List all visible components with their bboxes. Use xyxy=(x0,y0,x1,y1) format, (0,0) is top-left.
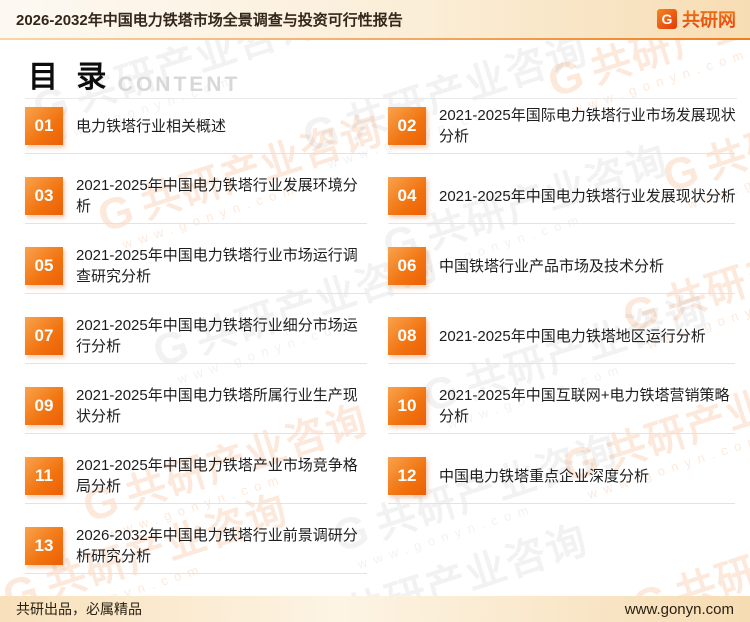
chapter-number-badge: 05 xyxy=(25,247,63,285)
report-title: 2026-2032年中国电力铁塔市场全景调查与投资可行性报告 xyxy=(16,9,403,30)
chapter-title: 电力铁塔行业相关概述 xyxy=(76,116,226,137)
logo-text: 共研网 xyxy=(682,6,736,32)
chapter-number-badge: 03 xyxy=(25,177,63,215)
toc-page: 目 录 CONTENT 01 电力铁塔行业相关概述 03 2021-2025年中… xyxy=(0,40,750,591)
chapter-number-badge: 11 xyxy=(25,457,63,495)
toc-item-05: 05 2021-2025年中国电力铁塔行业市场运行调查研究分析 xyxy=(25,241,369,311)
chapter-number-badge: 02 xyxy=(388,107,426,145)
heading-divider xyxy=(25,98,737,99)
brand-logo: G 共研网 xyxy=(657,6,736,32)
toc-item-04: 04 2021-2025年中国电力铁塔行业发展现状分析 xyxy=(388,171,737,241)
chapter-title: 中国铁塔行业产品市场及技术分析 xyxy=(439,256,664,277)
chapter-title: 2021-2025年中国电力铁塔行业发展环境分析 xyxy=(76,175,369,217)
chapter-title: 2021-2025年中国电力铁塔所属行业生产现状分析 xyxy=(76,385,369,427)
chapter-title: 2021-2025年中国电力铁塔行业细分市场运行分析 xyxy=(76,315,369,357)
chapter-number-badge: 04 xyxy=(388,177,426,215)
toc-item-01: 01 电力铁塔行业相关概述 xyxy=(25,101,369,171)
toc-title: 目 录 xyxy=(28,61,111,94)
toc-item-12: 12 中国电力铁塔重点企业深度分析 xyxy=(388,451,737,521)
toc-item-07: 07 2021-2025年中国电力铁塔行业细分市场运行分析 xyxy=(25,311,369,381)
chapter-number-badge: 09 xyxy=(25,387,63,425)
toc-item-09: 09 2021-2025年中国电力铁塔所属行业生产现状分析 xyxy=(25,381,369,451)
chapter-number-badge: 06 xyxy=(388,247,426,285)
toc-item-10: 10 2021-2025年中国互联网+电力铁塔营销策略分析 xyxy=(388,381,737,451)
footer-slogan: 共研出品，必属精品 xyxy=(16,599,142,619)
toc-heading: 目 录 CONTENT xyxy=(0,40,750,90)
chapter-title: 2021-2025年中国电力铁塔行业市场运行调查研究分析 xyxy=(76,245,369,287)
chapter-title: 2021-2025年中国电力铁塔地区运行分析 xyxy=(439,326,706,347)
toc-item-06: 06 中国铁塔行业产品市场及技术分析 xyxy=(388,241,737,311)
chapter-title: 中国电力铁塔重点企业深度分析 xyxy=(439,466,649,487)
header-accent-line xyxy=(0,38,750,40)
toc-subtitle: CONTENT xyxy=(118,73,241,96)
toc-item-08: 08 2021-2025年中国电力铁塔地区运行分析 xyxy=(388,311,737,381)
chapter-title: 2021-2025年中国互联网+电力铁塔营销策略分析 xyxy=(439,385,737,427)
toc-columns: 01 电力铁塔行业相关概述 03 2021-2025年中国电力铁塔行业发展环境分… xyxy=(0,101,750,591)
chapter-title: 2021-2025年中国电力铁塔产业市场竞争格局分析 xyxy=(76,455,369,497)
toc-column-right: 02 2021-2025年国际电力铁塔行业市场发展现状分析 04 2021-20… xyxy=(388,101,737,591)
footer-site-url: www.gonyn.com xyxy=(625,601,734,618)
chapter-number-badge: 12 xyxy=(388,457,426,495)
chapter-title: 2021-2025年中国电力铁塔行业发展现状分析 xyxy=(439,186,736,207)
chapter-number-badge: 01 xyxy=(25,107,63,145)
chapter-number-badge: 08 xyxy=(388,317,426,355)
chapter-number-badge: 07 xyxy=(25,317,63,355)
toc-column-left: 01 电力铁塔行业相关概述 03 2021-2025年中国电力铁塔行业发展环境分… xyxy=(25,101,369,591)
footer-bar: 共研出品，必属精品 www.gonyn.com xyxy=(0,596,750,622)
logo-g-icon: G xyxy=(657,9,677,29)
page: G共研产业咨询www.gonyn.com G共研产业咨询www.gonyn.co… xyxy=(0,0,750,622)
toc-item-13: 13 2026-2032年中国电力铁塔行业前景调研分析研究分析 xyxy=(25,521,369,591)
header-bar: 2026-2032年中国电力铁塔市场全景调查与投资可行性报告 G 共研网 xyxy=(0,0,750,38)
toc-item-03: 03 2021-2025年中国电力铁塔行业发展环境分析 xyxy=(25,171,369,241)
chapter-title: 2026-2032年中国电力铁塔行业前景调研分析研究分析 xyxy=(76,525,369,567)
toc-item-11: 11 2021-2025年中国电力铁塔产业市场竞争格局分析 xyxy=(25,451,369,521)
chapter-number-badge: 13 xyxy=(25,527,63,565)
chapter-number-badge: 10 xyxy=(388,387,426,425)
chapter-title: 2021-2025年国际电力铁塔行业市场发展现状分析 xyxy=(439,105,737,147)
toc-item-02: 02 2021-2025年国际电力铁塔行业市场发展现状分析 xyxy=(388,101,737,171)
